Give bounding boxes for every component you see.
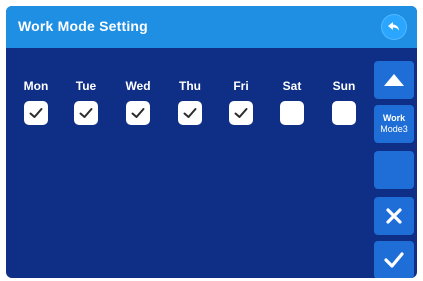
day-tue: Tue xyxy=(66,79,106,125)
empty-button[interactable] xyxy=(374,151,414,189)
day-wed: Wed xyxy=(118,79,158,125)
day-label: Mon xyxy=(23,79,49,93)
day-sat: Sat xyxy=(272,79,312,125)
check-icon xyxy=(384,252,404,268)
check-icon xyxy=(234,108,248,118)
day-label: Sat xyxy=(282,79,302,93)
day-label: Thu xyxy=(179,79,201,93)
day-thu: Thu xyxy=(170,79,210,125)
day-sun: Sun xyxy=(324,79,364,125)
title-bar: Work Mode Setting xyxy=(6,6,417,48)
day-label: Wed xyxy=(125,79,151,93)
checkbox-fri[interactable] xyxy=(229,101,253,125)
triangle-up-icon xyxy=(384,74,404,86)
check-icon xyxy=(131,108,145,118)
back-button[interactable] xyxy=(381,14,407,40)
check-icon xyxy=(79,108,93,118)
day-mon: Mon xyxy=(16,79,56,125)
day-label: Tue xyxy=(75,79,97,93)
checkbox-wed[interactable] xyxy=(126,101,150,125)
day-label: Fri xyxy=(233,79,249,93)
day-label: Sun xyxy=(332,79,356,93)
confirm-button[interactable] xyxy=(374,241,414,278)
up-button[interactable] xyxy=(374,61,414,99)
back-arrow-icon xyxy=(388,22,399,31)
mode-label-line1: Work xyxy=(382,113,406,123)
work-mode-button[interactable]: Work Mode3 xyxy=(374,105,414,143)
checkbox-mon[interactable] xyxy=(24,101,48,125)
check-icon xyxy=(183,108,197,118)
check-icon xyxy=(29,108,43,118)
checkbox-sun[interactable] xyxy=(332,101,356,125)
checkbox-sat[interactable] xyxy=(280,101,304,125)
day-fri: Fri xyxy=(221,79,261,125)
mode-label-line2: Mode3 xyxy=(380,124,408,134)
checkbox-tue[interactable] xyxy=(74,101,98,125)
page-title: Work Mode Setting xyxy=(18,18,148,34)
close-icon xyxy=(386,208,402,224)
checkbox-thu[interactable] xyxy=(178,101,202,125)
work-mode-setting-screen: Work Mode Setting Mon Tue Wed Thu Fri Sa… xyxy=(6,6,417,278)
cancel-button[interactable] xyxy=(374,197,414,235)
